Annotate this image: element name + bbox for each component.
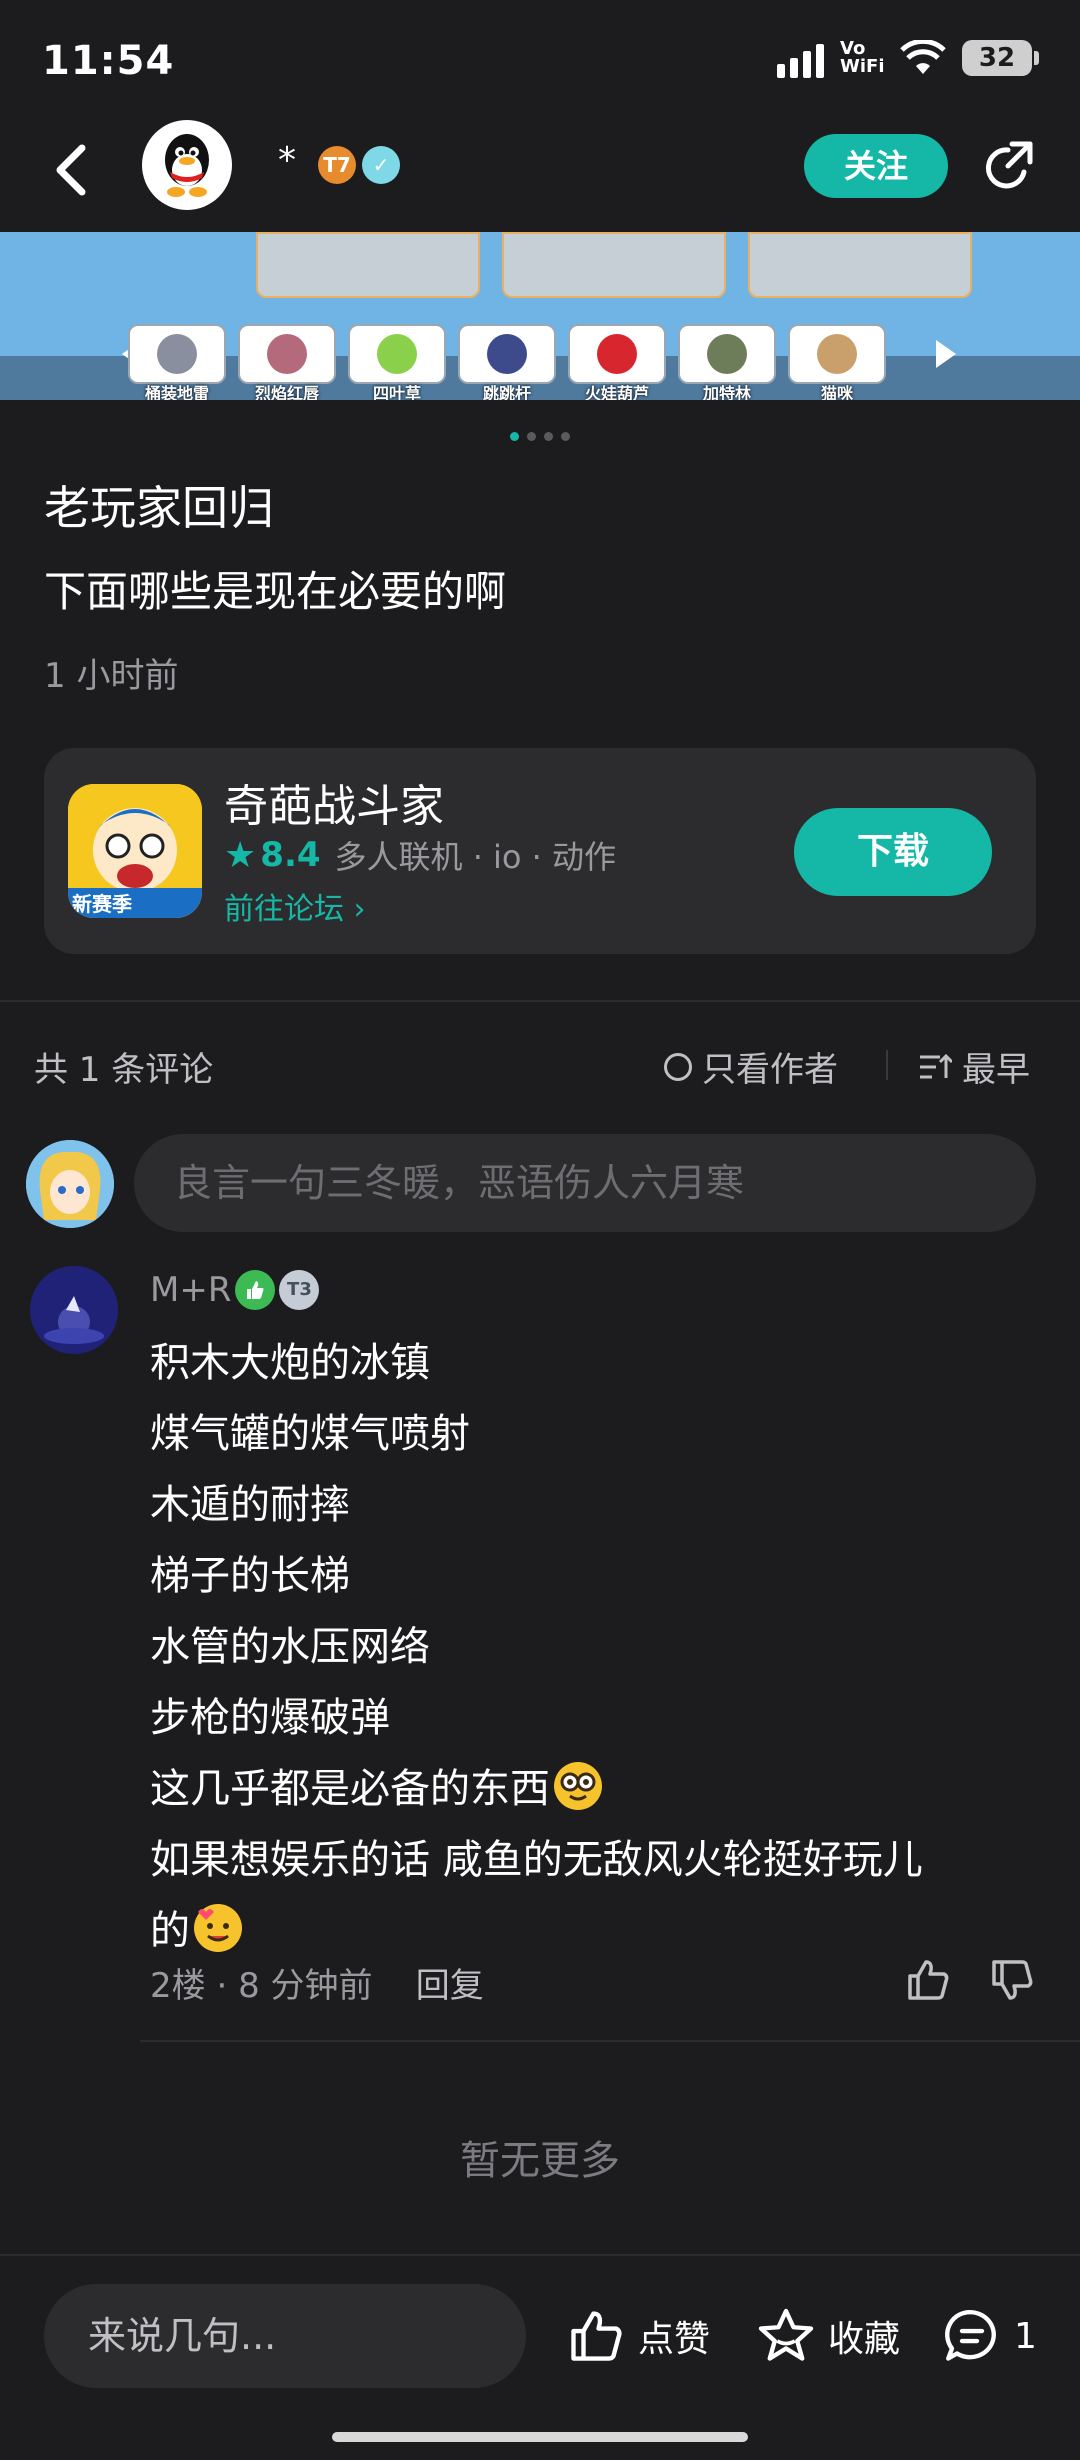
- follow-button[interactable]: 关注: [804, 134, 948, 198]
- game-rating: ★ 8.4 多人联机 · io · 动作: [224, 832, 616, 878]
- bottom-divider: [0, 2254, 1080, 2256]
- comment-line: 如果想娱乐的话 咸鱼的无敌风火轮挺好玩儿: [150, 1837, 923, 1883]
- post-body: 下面哪些是现在必要的啊: [44, 567, 507, 616]
- say-something-input[interactable]: 来说几句...: [44, 2284, 526, 2388]
- commenter-name[interactable]: M+R: [150, 1270, 231, 1310]
- banner-cards: [256, 232, 972, 298]
- banner-item: 桶装地雷: [128, 324, 226, 400]
- level-badge: T7: [318, 146, 356, 184]
- chevron-right-icon: ›: [353, 892, 366, 927]
- status-bar: 11:54 Vo WiFi 32: [0, 0, 1080, 120]
- game-card[interactable]: 新赛季 奇葩战斗家 ★ 8.4 多人联机 · io · 动作 前往论坛 › 下载: [44, 748, 1036, 954]
- anime-avatar-icon: [26, 1140, 114, 1228]
- carousel-next-icon: [936, 340, 956, 368]
- sort-icon: [920, 1053, 952, 1078]
- radio-circle-icon: [664, 1052, 692, 1081]
- comment-line: 的: [150, 1896, 1030, 1967]
- my-avatar: [26, 1140, 114, 1228]
- game-icon[interactable]: 新赛季: [68, 784, 202, 918]
- sort-button[interactable]: 最早: [918, 1042, 1030, 1091]
- only-author-toggle[interactable]: 只看作者: [664, 1042, 838, 1091]
- star-icon: ★: [224, 834, 257, 876]
- verified-badge-icon: ✓: [362, 146, 400, 184]
- wifi-icon: [900, 40, 946, 74]
- status-time: 11:54: [42, 38, 175, 84]
- thumbs-up-icon[interactable]: [904, 1956, 952, 2004]
- banner-item: 加特林: [678, 324, 776, 400]
- banner-item: 四叶草: [348, 324, 446, 400]
- comment-line: 煤气罐的煤气喷射: [150, 1411, 470, 1457]
- page-dot-active: [510, 432, 519, 441]
- level-badge: T3: [279, 1270, 320, 1310]
- game-score: 8.4: [260, 835, 321, 875]
- comment-divider: [140, 2040, 1080, 2042]
- battery-icon: 32: [962, 40, 1039, 76]
- heart-face-emoji-icon: [194, 1904, 242, 1952]
- banner-item: 火娃葫芦: [568, 324, 666, 400]
- home-indicator[interactable]: [332, 2432, 748, 2442]
- commenter-name-row: M+R T3: [150, 1270, 320, 1310]
- thumbs-down-icon[interactable]: [988, 1956, 1036, 2004]
- comment-input[interactable]: 良言一句三冬暖，恶语伤人六月寒: [134, 1134, 1036, 1232]
- banner-item-row: 桶装地雷 烈焰红唇 四叶草 跳跳杆 火娃葫芦 加特林 猫咪: [128, 324, 886, 400]
- post-time: 1 小时前: [44, 656, 179, 696]
- commenter-avatar[interactable]: [30, 1266, 118, 1354]
- post-header: * T7 ✓ 关注: [0, 120, 1080, 230]
- game-tags: 多人联机 · io · 动作: [334, 838, 617, 876]
- carousel-page-indicator: [0, 432, 1080, 441]
- vowifi-label: Vo WiFi: [840, 38, 885, 77]
- forum-link[interactable]: 前往论坛 ›: [224, 884, 366, 928]
- page-dot: [527, 432, 536, 441]
- chat-bubble-icon: [945, 2309, 996, 2361]
- star-icon: [758, 2308, 814, 2361]
- page-dot: [561, 432, 570, 441]
- comment-line: 步枪的爆破弹: [150, 1695, 390, 1741]
- banner-item: 跳跳杆: [458, 324, 556, 400]
- comment-content: 积木大炮的冰镇 煤气罐的煤气喷射 木遁的耐摔 梯子的长梯 水管的水压网络 步枪的…: [150, 1328, 1030, 1967]
- post-image-carousel[interactable]: 桶装地雷 烈焰红唇 四叶草 跳跳杆 火娃葫芦 加特林 猫咪: [0, 232, 1080, 400]
- signal-icon: [777, 38, 824, 78]
- comment-floor: 2楼: [150, 1966, 206, 2006]
- commenter-avatar-image: [30, 1266, 118, 1354]
- comment-meta: 2楼 · 8 分钟前 回复: [150, 1966, 484, 2006]
- author-avatar[interactable]: [142, 120, 232, 210]
- post-title: 老玩家回归: [44, 481, 274, 535]
- share-icon[interactable]: [978, 138, 1038, 198]
- thumb-badge-icon: [235, 1270, 276, 1310]
- comment-line: 水管的水压网络: [150, 1624, 430, 1670]
- nerd-face-emoji-icon: [554, 1762, 602, 1810]
- comments-button[interactable]: 1: [942, 2306, 1037, 2366]
- comment-line: 木遁的耐摔: [150, 1482, 350, 1528]
- page-dot: [544, 432, 553, 441]
- comment-line: 梯子的长梯: [150, 1553, 350, 1599]
- thumbs-up-icon: [571, 2311, 622, 2361]
- section-divider: [0, 1000, 1080, 1002]
- author-name[interactable]: *: [278, 140, 296, 181]
- reply-button[interactable]: 回复: [416, 1966, 484, 2006]
- qq-penguin-icon: [165, 134, 209, 197]
- vertical-divider: [886, 1050, 888, 1080]
- download-button[interactable]: 下载: [794, 808, 992, 896]
- like-button[interactable]: 点赞: [566, 2306, 710, 2366]
- banner-item: 猫咪: [788, 324, 886, 400]
- status-icons: Vo WiFi 32: [777, 38, 1039, 78]
- back-icon[interactable]: [48, 140, 98, 200]
- no-more-text: 暂无更多: [460, 2138, 620, 2184]
- comment-line: 积木大炮的冰镇: [150, 1340, 430, 1386]
- game-name[interactable]: 奇葩战斗家: [224, 770, 444, 834]
- comment-count: 共 1 条评论: [34, 1050, 214, 1090]
- game-icon-badge: 新赛季: [72, 892, 132, 916]
- banner-item: 烈焰红唇: [238, 324, 336, 400]
- comment-line: 这几乎都是必备的东西: [150, 1754, 1030, 1825]
- comment-time: 8 分钟前: [238, 1966, 373, 2006]
- favorite-button[interactable]: 收藏: [756, 2306, 900, 2366]
